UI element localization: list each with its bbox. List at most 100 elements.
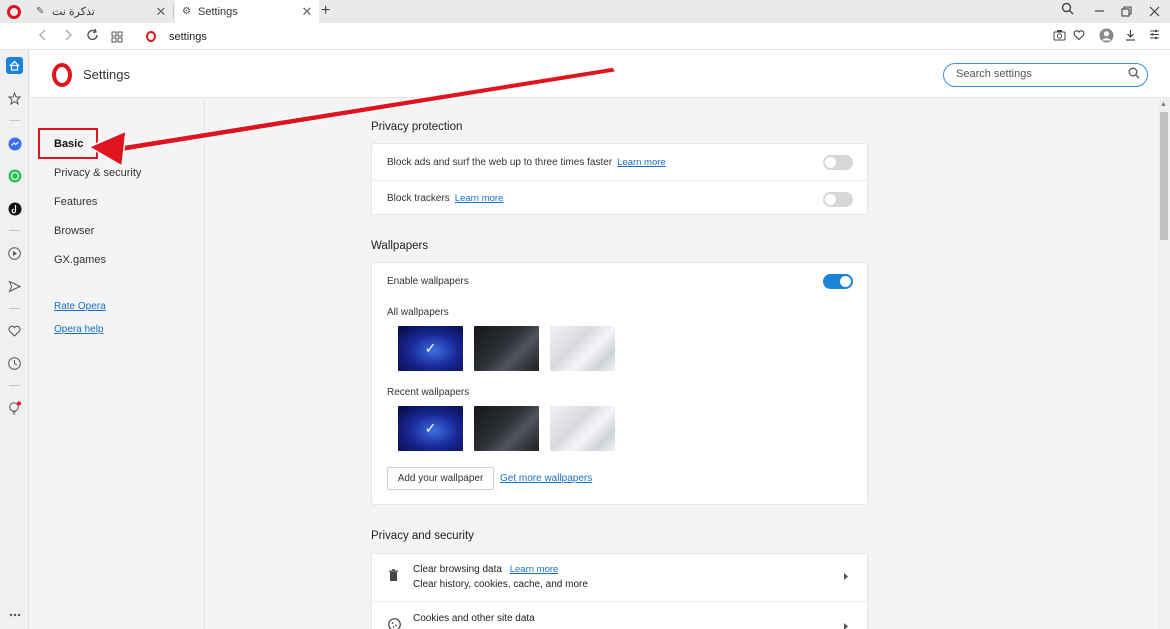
more-dots-icon[interactable] <box>6 606 23 623</box>
section-title: Privacy protection <box>371 121 463 133</box>
easy-setup-icon[interactable] <box>1149 29 1160 43</box>
player-icon[interactable] <box>6 245 23 262</box>
wallpaper-thumb[interactable] <box>550 406 615 451</box>
setting-row-cookies[interactable]: Cookies and other site data <box>372 601 867 629</box>
tab-settings[interactable]: ⚙ Settings ✕ <box>175 0 319 23</box>
download-icon[interactable] <box>1125 29 1136 44</box>
enable-wallpapers-toggle[interactable] <box>823 274 853 289</box>
toggle-knob <box>825 194 836 205</box>
page-scrollbar[interactable]: ▲ <box>1158 99 1170 629</box>
wallpaper-thumb-selected[interactable]: ✓ <box>398 406 463 451</box>
page-title: Settings <box>83 67 130 82</box>
gear-icon: ⚙ <box>182 6 191 17</box>
learn-more-link[interactable]: Learn more <box>510 564 559 575</box>
setting-row-clear-browsing-data[interactable]: Clear browsing data Learn more Clear his… <box>372 554 867 601</box>
new-tab-button[interactable]: + <box>321 2 330 20</box>
rate-opera-link[interactable]: Rate Opera <box>54 301 106 312</box>
setting-label: Enable wallpapers <box>387 275 469 287</box>
scroll-up-icon[interactable]: ▲ <box>1160 101 1167 108</box>
nav-item-features[interactable]: Features <box>54 196 97 208</box>
toggle-knob <box>825 157 836 168</box>
search-settings-input[interactable] <box>956 68 1121 80</box>
nav-item-basic[interactable]: Basic <box>54 138 83 150</box>
scrollbar-thumb[interactable] <box>1160 112 1168 240</box>
address-bar: settings <box>0 23 1170 50</box>
nav-item-browser[interactable]: Browser <box>54 225 94 237</box>
tab-close-icon[interactable]: ✕ <box>153 4 169 20</box>
learn-more-link[interactable]: Learn more <box>455 193 504 204</box>
tab-close-icon[interactable]: ✕ <box>299 4 315 20</box>
back-icon[interactable] <box>38 28 48 45</box>
speed-dial-icon[interactable] <box>6 90 23 107</box>
opera-logo-icon <box>146 31 156 42</box>
setting-label: Block ads and surf the web up to three t… <box>387 156 613 168</box>
wallpaper-thumb[interactable] <box>474 406 539 451</box>
tabs-grid-icon[interactable] <box>111 30 123 46</box>
setting-row-block-trackers: Block trackers Learn more <box>372 180 867 216</box>
sidebar-divider <box>9 230 20 231</box>
tab-divider <box>173 5 174 18</box>
history-clock-icon[interactable] <box>6 355 23 372</box>
tab-search-icon[interactable] <box>1061 2 1074 18</box>
settings-main: Privacy protection Block ads and surf th… <box>206 99 1158 629</box>
setting-label: Cookies and other site data <box>413 613 535 624</box>
get-more-wallpapers-link[interactable]: Get more wallpapers <box>500 473 592 484</box>
heart-icon[interactable] <box>6 322 23 339</box>
section-title: Privacy and security <box>371 530 474 542</box>
privacy-protection-card: Block ads and surf the web up to three t… <box>371 143 868 215</box>
url-text[interactable]: settings <box>169 31 207 43</box>
settings-header: Settings <box>30 50 1170 98</box>
forward-icon[interactable] <box>63 28 73 45</box>
whatsapp-icon[interactable] <box>6 167 23 184</box>
minimize-icon[interactable] <box>1094 4 1105 19</box>
search-icon <box>1128 67 1140 82</box>
send-icon[interactable] <box>6 278 23 295</box>
nav-item-privacy-security[interactable]: Privacy & security <box>54 167 141 179</box>
opera-help-link[interactable]: Opera help <box>54 324 103 335</box>
opera-logo-icon <box>52 63 72 87</box>
browser-sidebar <box>0 50 29 629</box>
block-trackers-toggle[interactable] <box>823 192 853 207</box>
setting-label: Clear browsing data <box>413 564 502 575</box>
checkmark-icon: ✓ <box>424 420 437 436</box>
wallpaper-thumb-selected[interactable]: ✓ <box>398 326 463 371</box>
all-wallpapers-label: All wallpapers <box>387 307 449 318</box>
sidebar-divider <box>9 385 20 386</box>
camera-icon[interactable] <box>1053 29 1066 44</box>
restore-icon[interactable] <box>1121 5 1132 20</box>
tab-title: تذكرة نت <box>52 6 95 18</box>
wallpaper-thumb[interactable] <box>474 326 539 371</box>
wallpaper-thumb[interactable] <box>550 326 615 371</box>
toggle-knob <box>840 276 851 287</box>
block-ads-toggle[interactable] <box>823 155 853 170</box>
reload-icon[interactable] <box>86 28 99 45</box>
setting-label: Block trackers <box>387 193 450 204</box>
tab-tazkranet[interactable]: ✎ تذكرة نت ✕ <box>29 0 173 23</box>
wallpapers-card: Enable wallpapers All wallpapers ✓ Recen… <box>371 262 868 505</box>
opera-menu-icon[interactable] <box>7 5 21 19</box>
setting-label-group: Clear browsing data Learn more <box>413 564 558 575</box>
search-settings-box[interactable] <box>943 63 1148 87</box>
home-icon[interactable] <box>6 57 23 74</box>
trash-icon <box>388 569 399 585</box>
close-window-icon[interactable] <box>1149 5 1160 20</box>
tiktok-icon[interactable] <box>6 200 23 217</box>
add-wallpaper-button[interactable]: Add your wallpaper <box>387 467 494 490</box>
privacy-security-card: Clear browsing data Learn more Clear his… <box>371 553 868 629</box>
chevron-right-icon <box>843 622 849 629</box>
setting-sublabel: Clear history, cookies, cache, and more <box>413 579 588 590</box>
tool-icon: ✎ <box>36 6 45 17</box>
learn-more-link[interactable]: Learn more <box>617 157 666 168</box>
tips-bulb-icon[interactable] <box>6 400 23 417</box>
nav-item-gx-games[interactable]: GX.games <box>54 254 106 266</box>
section-title: Wallpapers <box>371 240 429 252</box>
cookie-icon <box>388 618 401 629</box>
heart-icon[interactable] <box>1073 29 1085 44</box>
recent-wallpapers-label: Recent wallpapers <box>387 387 470 398</box>
chevron-right-icon <box>843 572 849 584</box>
messenger-icon[interactable] <box>6 135 23 152</box>
profile-avatar-icon[interactable] <box>1099 28 1114 46</box>
tab-strip: ✎ تذكرة نت ✕ ⚙ Settings ✕ + <box>0 0 1170 23</box>
checkmark-icon: ✓ <box>424 340 437 356</box>
setting-row-enable-wallpapers: Enable wallpapers <box>372 263 867 299</box>
